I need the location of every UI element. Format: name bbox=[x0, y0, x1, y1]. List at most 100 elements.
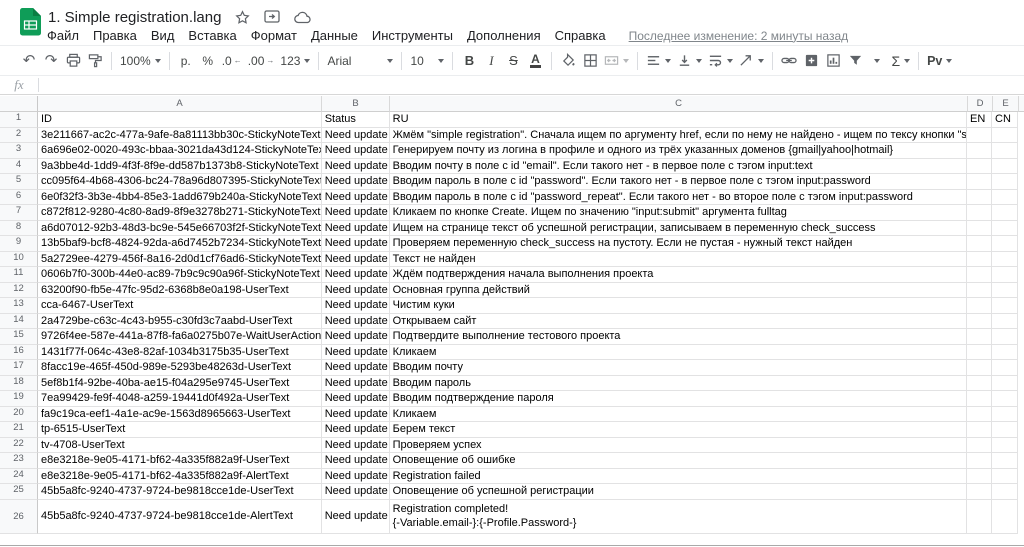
cell-status[interactable]: Need update bbox=[322, 500, 390, 534]
cell-status[interactable]: Need update bbox=[322, 143, 390, 159]
cell-cn[interactable] bbox=[992, 221, 1018, 237]
row-number[interactable]: 14 bbox=[0, 314, 38, 330]
cell-ru[interactable]: Подтвердите выполнение тестового проекта bbox=[390, 329, 967, 345]
insert-chart-button[interactable] bbox=[822, 49, 844, 73]
cell-status[interactable]: Need update bbox=[322, 407, 390, 423]
row-number[interactable]: 21 bbox=[0, 422, 38, 438]
cell-en[interactable] bbox=[967, 221, 992, 237]
cell-en[interactable] bbox=[967, 329, 992, 345]
filter-views-button[interactable] bbox=[866, 49, 888, 73]
cell-overflow[interactable] bbox=[1018, 221, 1024, 237]
cell-cn[interactable] bbox=[992, 360, 1018, 376]
cell-cn[interactable] bbox=[992, 314, 1018, 330]
decrease-decimals-button[interactable]: .0← bbox=[219, 49, 245, 73]
cell-cn[interactable] bbox=[992, 438, 1018, 454]
menu-data[interactable]: Данные bbox=[304, 28, 365, 43]
cell-overflow[interactable] bbox=[1018, 112, 1024, 128]
cell-cn[interactable] bbox=[992, 391, 1018, 407]
cell-status[interactable]: Need update bbox=[322, 422, 390, 438]
cell-cn[interactable] bbox=[992, 252, 1018, 268]
cell-cn[interactable] bbox=[992, 500, 1018, 534]
cloud-status-icon[interactable] bbox=[294, 11, 312, 24]
cell-status[interactable]: Need update bbox=[322, 252, 390, 268]
vertical-align-button[interactable] bbox=[674, 49, 705, 73]
cell-id[interactable]: 1431f77f-064c-43e8-82af-1034b3175b35-Use… bbox=[38, 345, 322, 361]
cell-overflow[interactable] bbox=[1018, 159, 1024, 175]
cell-id[interactable]: 13b5baf9-bcf8-4824-92da-a6d7452b7234-Sti… bbox=[38, 236, 322, 252]
row-number[interactable]: 26 bbox=[0, 500, 38, 534]
cell-id[interactable]: 9726f4ee-587e-441a-87f8-fa6a0275b07e-Wai… bbox=[38, 329, 322, 345]
cell-cn[interactable] bbox=[992, 205, 1018, 221]
cell-cn[interactable] bbox=[992, 190, 1018, 206]
cell-id[interactable]: tp-6515-UserText bbox=[38, 422, 322, 438]
percent-format-button[interactable]: % bbox=[197, 49, 219, 73]
cell-ru[interactable]: RU bbox=[390, 112, 967, 128]
cell-status[interactable]: Need update bbox=[322, 283, 390, 299]
cell-ru[interactable]: Кликаем bbox=[390, 407, 967, 423]
row-number[interactable]: 13 bbox=[0, 298, 38, 314]
cell-en[interactable] bbox=[967, 159, 992, 175]
cell-ru[interactable]: Вводим пароль в поле с id "password". Ес… bbox=[390, 174, 967, 190]
cell-overflow[interactable] bbox=[1018, 298, 1024, 314]
cell-ru[interactable]: Вводим пароль в поле с id "password_repe… bbox=[390, 190, 967, 206]
cell-ru[interactable]: Жмём "simple registration". Сначала ищем… bbox=[390, 128, 967, 144]
cell-cn[interactable] bbox=[992, 329, 1018, 345]
cell-cn[interactable] bbox=[992, 345, 1018, 361]
insert-link-button[interactable] bbox=[778, 49, 800, 73]
fill-color-button[interactable] bbox=[557, 49, 579, 73]
cell-en[interactable] bbox=[967, 360, 992, 376]
row-number[interactable]: 22 bbox=[0, 438, 38, 454]
column-header-c[interactable]: C bbox=[390, 96, 968, 112]
cell-overflow[interactable] bbox=[1018, 205, 1024, 221]
cell-en[interactable] bbox=[967, 190, 992, 206]
cell-en[interactable] bbox=[967, 469, 992, 485]
redo-button[interactable]: ↷ bbox=[40, 49, 62, 73]
cell-id[interactable]: cca-6467-UserText bbox=[38, 298, 322, 314]
cell-overflow[interactable] bbox=[1018, 236, 1024, 252]
cell-ru[interactable]: Вводим почту bbox=[390, 360, 967, 376]
create-filter-button[interactable] bbox=[844, 49, 866, 73]
cell-en[interactable] bbox=[967, 267, 992, 283]
cell-status[interactable]: Need update bbox=[322, 298, 390, 314]
cell-cn[interactable] bbox=[992, 283, 1018, 299]
cell-id[interactable]: 3e211667-ac2c-477a-9afe-8a81113bb30c-Sti… bbox=[38, 128, 322, 144]
cell-id[interactable]: 5ef8b1f4-92be-40ba-ae15-f04a295e9745-Use… bbox=[38, 376, 322, 392]
menu-help[interactable]: Справка bbox=[548, 28, 613, 43]
cell-ru[interactable]: Registration completed! {-Variable.email… bbox=[390, 500, 967, 534]
row-number[interactable]: 19 bbox=[0, 391, 38, 407]
row-number[interactable]: 16 bbox=[0, 345, 38, 361]
cell-en[interactable] bbox=[967, 345, 992, 361]
cell-overflow[interactable] bbox=[1018, 252, 1024, 268]
row-number[interactable]: 11 bbox=[0, 267, 38, 283]
cell-ru[interactable]: Генерируем почту из логина в профиле и о… bbox=[390, 143, 967, 159]
row-number[interactable]: 6 bbox=[0, 190, 38, 206]
cell-cn[interactable] bbox=[992, 159, 1018, 175]
cell-ru[interactable]: Вводим подтверждение пароля bbox=[390, 391, 967, 407]
cell-cn[interactable] bbox=[992, 453, 1018, 469]
cell-cn[interactable] bbox=[992, 298, 1018, 314]
increase-decimals-button[interactable]: .00→ bbox=[245, 49, 278, 73]
menu-edit[interactable]: Правка bbox=[86, 28, 144, 43]
cell-id[interactable]: fa9c19ca-eef1-4a1e-ac9e-1563d8965663-Use… bbox=[38, 407, 322, 423]
select-all-corner[interactable] bbox=[0, 96, 38, 112]
cell-id[interactable]: e8e3218e-9e05-4171-bf62-4a335f882a9f-Use… bbox=[38, 453, 322, 469]
cell-overflow[interactable] bbox=[1018, 422, 1024, 438]
font-size-select[interactable]: 10 bbox=[407, 49, 447, 73]
cell-en[interactable] bbox=[967, 283, 992, 299]
menu-file[interactable]: Файл bbox=[40, 28, 86, 43]
cell-id[interactable]: cc095f64-4b68-4306-bc24-78a96d807395-Sti… bbox=[38, 174, 322, 190]
cell-overflow[interactable] bbox=[1018, 453, 1024, 469]
cell-overflow[interactable] bbox=[1018, 283, 1024, 299]
cell-en[interactable] bbox=[967, 391, 992, 407]
cell-cn[interactable] bbox=[992, 267, 1018, 283]
row-number[interactable]: 2 bbox=[0, 128, 38, 144]
borders-button[interactable] bbox=[579, 49, 601, 73]
column-header-e[interactable]: E bbox=[993, 96, 1019, 112]
cell-id[interactable]: 9a3bbe4d-1dd9-4f3f-8f9e-dd587b1373b8-Sti… bbox=[38, 159, 322, 175]
last-modified-link[interactable]: Последнее изменение: 2 минуты назад bbox=[629, 29, 849, 43]
star-icon[interactable] bbox=[235, 10, 250, 25]
cell-cn[interactable] bbox=[992, 484, 1018, 500]
menu-tools[interactable]: Инструменты bbox=[365, 28, 460, 43]
cell-status[interactable]: Need update bbox=[322, 314, 390, 330]
cell-en[interactable] bbox=[967, 438, 992, 454]
